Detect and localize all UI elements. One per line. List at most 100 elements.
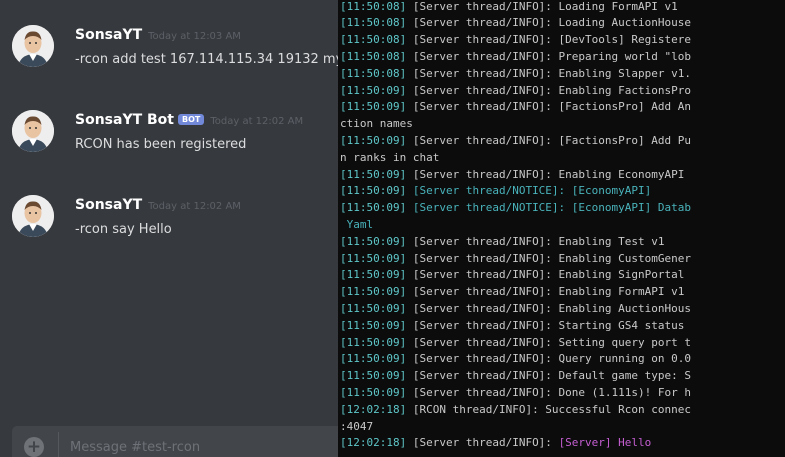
message-timestamp: Today at 12:02 AM <box>148 201 241 212</box>
discord-chat-pane: SonsaYT Today at 12:03 AM -rcon add test … <box>0 0 340 457</box>
console-text: [Server thread/NOTICE]: [EconomyAPI] <box>406 184 652 198</box>
console-line: [11:50:09] [Server thread/INFO]: Default… <box>340 368 691 385</box>
console-text: [Server thread/INFO]: Query running on 0… <box>406 352 692 366</box>
console-timestamp: [11:50:09] <box>340 83 407 97</box>
console-line: [11:50:09] [Server thread/INFO]: Enablin… <box>340 167 684 184</box>
console-timestamp: [11:50:09] <box>340 285 407 299</box>
chat-message: SonsaYT Today at 12:02 AM -rcon say Hello <box>0 193 340 263</box>
bot-badge: BOT <box>178 114 205 125</box>
console-timestamp: [11:50:09] <box>340 301 407 315</box>
console-line: [11:50:08] [Server thread/INFO]: Loading… <box>340 0 678 15</box>
console-line: [11:50:08] [Server thread/INFO]: [DevToo… <box>340 32 691 49</box>
console-timestamp: [12:02:18] <box>340 402 407 416</box>
console-text: [Server thread/INFO]: Loading AuctionHou… <box>406 16 692 30</box>
console-timestamp: [11:50:09] <box>340 268 407 282</box>
console-line: Yaml <box>340 217 374 234</box>
bot-avatar[interactable] <box>12 110 54 152</box>
author-name[interactable]: SonsaYT Bot <box>75 112 174 128</box>
console-text: [Server thread/INFO]: [FactionsPro] Add … <box>406 133 692 147</box>
console-text: [Server thread/INFO]: Loading FormAPI v1 <box>406 0 678 13</box>
console-text: [Server thread/INFO]: Enabling AuctionHo… <box>406 301 692 315</box>
console-timestamp: [11:50:08] <box>340 33 407 47</box>
upload-plus-icon[interactable]: + <box>24 437 44 457</box>
console-line: [11:50:09] [Server thread/NOTICE]: [Econ… <box>340 183 651 200</box>
console-line: [11:50:09] [Server thread/INFO]: Query r… <box>340 351 691 368</box>
console-timestamp: [11:50:08] <box>340 0 407 13</box>
console-text: [Server thread/INFO]: Enabling FormAPI v… <box>406 285 685 299</box>
console-text: [Server thread/INFO]: Starting GS4 statu… <box>406 318 685 332</box>
composer-divider <box>58 432 59 457</box>
author-name[interactable]: SonsaYT <box>75 197 142 213</box>
console-line: [12:02:18] [RCON thread/INFO]: Successfu… <box>340 402 691 419</box>
console-line: :4047 <box>340 419 373 436</box>
console-line: [11:50:09] [Server thread/INFO]: Setting… <box>340 335 691 352</box>
console-line: [11:50:09] [Server thread/INFO]: Enablin… <box>340 267 684 284</box>
chat-message: SonsaYT Bot BOT Today at 12:02 AM RCON has… <box>0 108 340 178</box>
message-author[interactable]: SonsaYT Today at 12:02 AM <box>75 197 241 213</box>
console-say-message: [Server] Hello <box>558 436 652 450</box>
console-line: [11:50:09] [Server thread/INFO]: Done (1… <box>340 385 691 402</box>
console-timestamp: [11:50:09] <box>340 369 407 383</box>
console-timestamp: [11:50:09] <box>340 201 407 215</box>
console-timestamp: [11:50:09] <box>340 251 407 265</box>
chat-message: SonsaYT Today at 12:03 AM -rcon add test … <box>0 23 340 93</box>
message-content: -rcon add test 167.114.115.34 19132 myp <box>75 52 340 67</box>
message-content: -rcon say Hello <box>75 222 172 237</box>
message-author[interactable]: SonsaYT Bot BOT Today at 12:02 AM <box>75 112 303 128</box>
avatar-face-icon <box>12 195 54 237</box>
console-line: [11:50:09] [Server thread/NOTICE]: [Econ… <box>340 200 691 217</box>
console-text: ction names <box>340 117 413 131</box>
avatar-face-icon <box>12 25 54 67</box>
console-text: [RCON thread/INFO]: Successful Rcon conn… <box>406 402 692 416</box>
console-timestamp: [11:50:08] <box>340 66 407 80</box>
message-composer[interactable]: + Message #test-rcon <box>12 426 340 457</box>
console-text: [Server thread/INFO]: Preparing world "l… <box>406 49 692 63</box>
console-line: [11:50:09] [Server thread/INFO]: Enablin… <box>340 83 691 100</box>
console-line: [11:50:09] [Server thread/INFO]: [Factio… <box>340 99 691 116</box>
console-text: [Server thread/INFO]: Done (1.111s)! For… <box>406 385 692 399</box>
console-line: [11:50:08] [Server thread/INFO]: Loading… <box>340 15 691 32</box>
console-text: [Server thread/INFO]: [FactionsPro] Add … <box>406 100 692 114</box>
console-text: [Server thread/INFO]: [DevTools] Registe… <box>406 33 692 47</box>
console-timestamp: [11:50:09] <box>340 167 407 181</box>
console-line: n ranks in chat <box>340 150 439 167</box>
console-timestamp: [12:02:18] <box>340 436 407 450</box>
console-text: :4047 <box>340 419 374 433</box>
console-text: [Server thread/INFO]: Enabling SignPorta… <box>406 268 685 282</box>
message-timestamp: Today at 12:02 AM <box>210 116 304 127</box>
console-line: [11:50:09] [Server thread/INFO]: [Factio… <box>340 133 691 150</box>
console-line: [12:02:18] [Server thread/INFO]: [Server… <box>340 435 651 452</box>
console-timestamp: [11:50:09] <box>340 234 407 248</box>
console-text: [Server thread/NOTICE]: [EconomyAPI] Dat… <box>406 201 692 215</box>
console-text: [Server thread/INFO]: Enabling CustomGen… <box>406 251 692 265</box>
server-console: [11:50:08] [Server thread/INFO]: Loading… <box>338 0 785 457</box>
message-input[interactable]: Message #test-rcon <box>70 440 200 455</box>
console-timestamp: [11:50:08] <box>340 16 407 30</box>
console-timestamp: [11:50:09] <box>340 385 407 399</box>
console-text: [Server thread/INFO]: <box>406 436 559 450</box>
author-name[interactable]: SonsaYT <box>75 27 142 43</box>
console-timestamp: [11:50:09] <box>340 100 407 114</box>
console-line: [11:50:08] [Server thread/INFO]: Prepari… <box>340 49 691 66</box>
console-text: [Server thread/INFO]: Enabling FactionsP… <box>406 83 692 97</box>
console-text: [Server thread/INFO]: Enabling EconomyAP… <box>406 167 685 181</box>
console-line: [11:50:09] [Server thread/INFO]: Enablin… <box>340 251 691 268</box>
message-timestamp: Today at 12:03 AM <box>148 31 241 42</box>
user-avatar[interactable] <box>12 195 54 237</box>
console-text: n ranks in chat <box>340 150 440 164</box>
console-text: [Server thread/INFO]: Default game type:… <box>406 369 692 383</box>
console-text: [Server thread/INFO]: Setting query port… <box>406 335 692 349</box>
user-avatar[interactable] <box>12 25 54 67</box>
console-timestamp: [11:50:09] <box>340 133 407 147</box>
console-line: [11:50:09] [Server thread/INFO]: Enablin… <box>340 234 665 251</box>
console-timestamp: [11:50:09] <box>340 318 407 332</box>
console-timestamp: [11:50:09] <box>340 352 407 366</box>
console-line: [11:50:09] [Server thread/INFO]: Enablin… <box>340 301 691 318</box>
console-line: [11:50:09] [Server thread/INFO]: Enablin… <box>340 284 684 301</box>
console-text: Yaml <box>340 217 374 231</box>
message-author[interactable]: SonsaYT Today at 12:03 AM <box>75 27 241 43</box>
avatar-face-icon <box>12 110 54 152</box>
console-text: [Server thread/INFO]: Enabling Test v1 <box>406 234 665 248</box>
console-timestamp: [11:50:09] <box>340 184 407 198</box>
console-timestamp: [11:50:08] <box>340 49 407 63</box>
